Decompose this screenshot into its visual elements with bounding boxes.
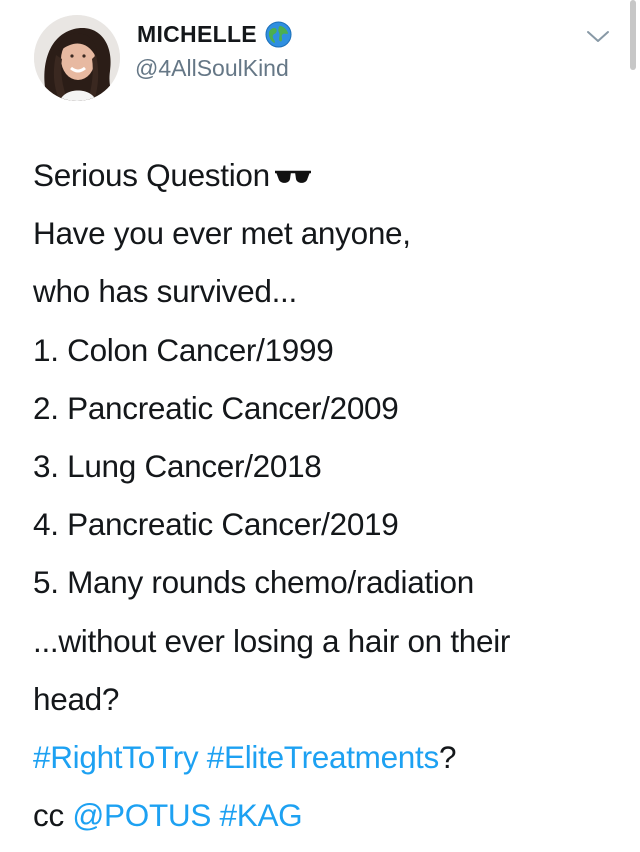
tweet-line: cc @POTUS #KAG [33,786,633,844]
display-name-text: MICHELLE [137,21,257,47]
tweet-line: head? [33,680,120,717]
space-text [211,797,219,833]
tweet-line: #RightToTry #EliteTreatments? [33,728,633,786]
tweet-line: who has survived... [33,273,297,310]
hashtag-link[interactable]: #EliteTreatments [207,739,439,775]
tweet-line: 5. Many rounds chemo/radiation [33,564,474,601]
mention-link[interactable]: @POTUS [72,797,211,833]
tweet-card: MICHELLE @4AllSoulKind Serious Question … [0,0,640,852]
chevron-down-icon[interactable] [585,28,611,46]
globe-icon [265,21,292,48]
tweet-line: 2. Pancreatic Cancer/2009 [33,389,399,426]
scrollbar[interactable] [630,0,636,70]
space-text [198,739,206,775]
avatar[interactable] [34,15,120,101]
tweet-text: Serious Question Have you ever met anyon… [33,146,633,844]
avatar-photo [34,15,120,101]
tweet-line: 1. Colon Cancer/1999 [33,331,334,368]
sunglasses-icon [274,170,311,183]
tweet-line-text: Serious Question [33,157,270,193]
user-handle[interactable]: @4AllSoulKind [135,55,289,82]
tweet-line: ...without ever losing a hair on their [33,622,511,659]
tweet-line: 3. Lung Cancer/2018 [33,447,322,484]
punctuation-text: ? [438,738,457,775]
tweet-line: 4. Pancreatic Cancer/2019 [33,506,399,543]
display-name[interactable]: MICHELLE [137,21,292,48]
hashtag-link[interactable]: #RightToTry [33,739,199,775]
hashtag-link[interactable]: #KAG [220,797,303,833]
tweet-line: Have you ever met anyone, [33,215,411,252]
tweet-line: Serious Question [33,146,633,204]
cc-prefix: cc [33,797,73,834]
